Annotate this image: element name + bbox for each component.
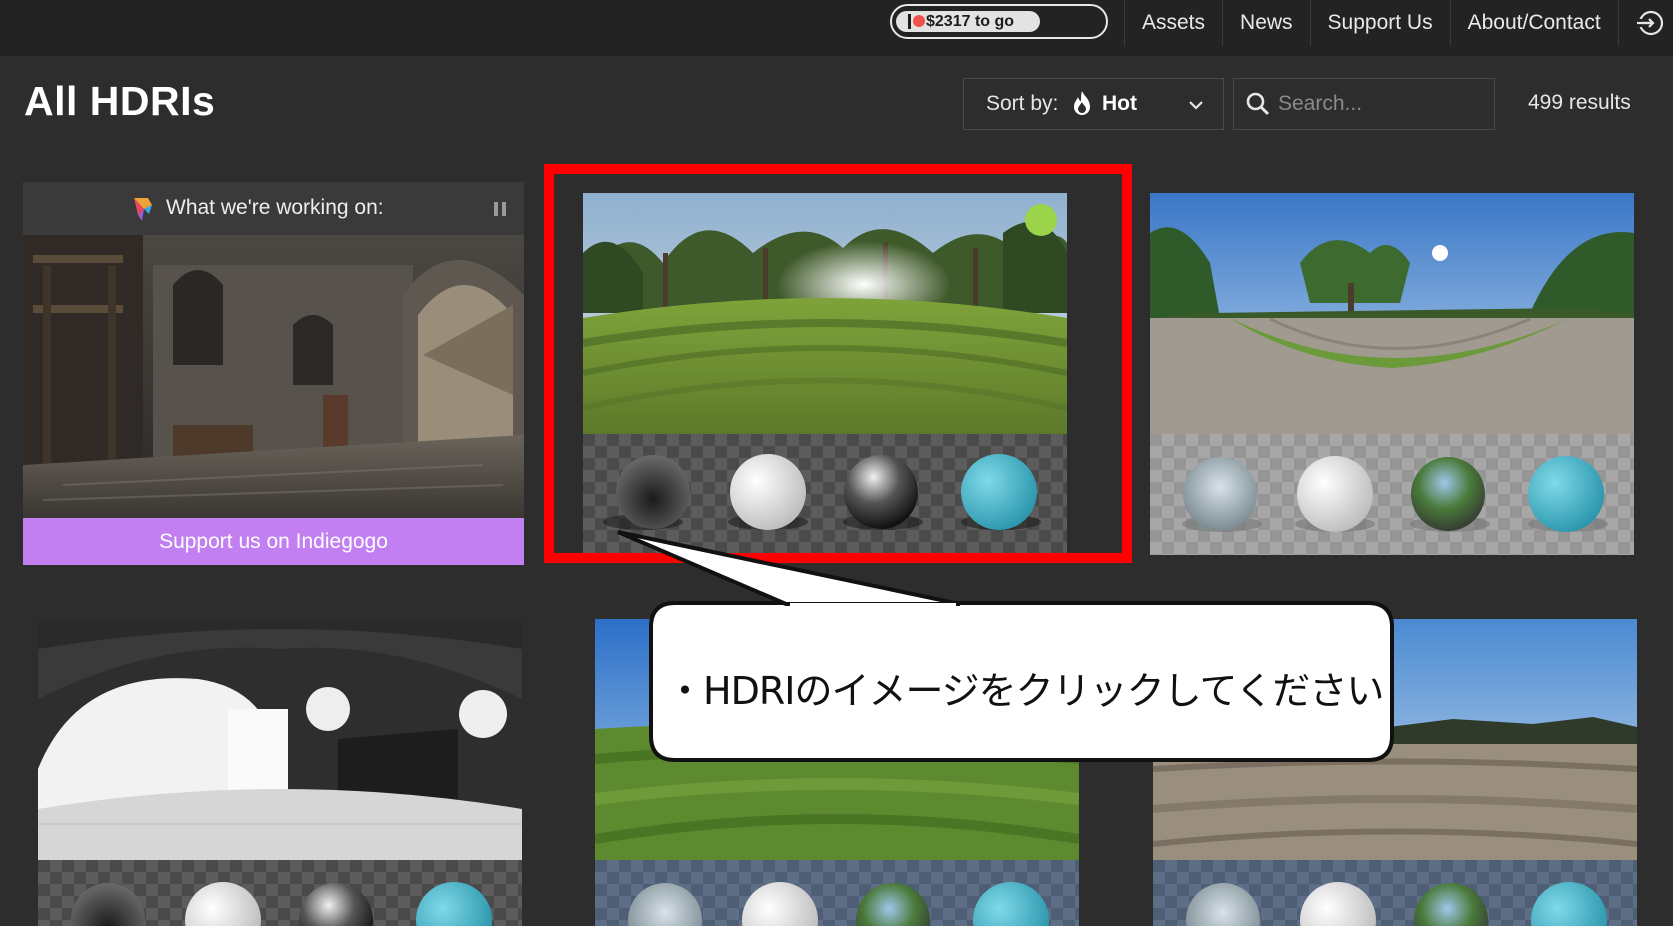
material-spheres-meadow xyxy=(595,860,1079,926)
funding-label: $2317 to go xyxy=(926,13,1015,30)
top-navbar: $2317 to go Assets News Support Us About… xyxy=(0,0,1673,56)
hdri-card-park[interactable] xyxy=(1150,193,1634,555)
polyhaven-logo-icon xyxy=(134,198,152,221)
results-count: 499 results xyxy=(1528,91,1631,114)
search-box[interactable] xyxy=(1233,78,1495,130)
pause-icon[interactable] xyxy=(493,201,507,217)
flame-icon xyxy=(1074,91,1090,115)
login-icon[interactable] xyxy=(1636,9,1666,37)
callout-text: ・HDRIのイメージをクリックしてください xyxy=(666,669,1384,713)
support-indiegogo-button[interactable]: Support us on Indiegogo xyxy=(23,518,524,565)
nav-link-support[interactable]: Support Us xyxy=(1309,0,1450,46)
working-on-label: What we're working on: xyxy=(166,196,384,219)
search-input[interactable] xyxy=(1278,89,1478,119)
hdri-card-studio[interactable] xyxy=(38,619,522,926)
highlight-box xyxy=(544,164,1132,563)
hdri-preview-park xyxy=(1150,193,1634,434)
page-title: All HDRIs xyxy=(24,78,216,124)
funding-bar: $2317 to go xyxy=(896,11,1040,32)
hdri-preview-studio xyxy=(38,619,522,860)
material-spheres-park xyxy=(1150,434,1634,555)
search-icon xyxy=(1246,92,1270,116)
sort-value: Hot xyxy=(1102,92,1137,115)
funding-marker xyxy=(908,14,911,29)
working-on-card: What we're working on: Support us on Ind… xyxy=(23,182,524,565)
working-on-header: What we're working on: xyxy=(23,182,524,235)
medieval-courtyard-render xyxy=(23,235,524,518)
working-on-image[interactable] xyxy=(23,235,524,518)
hdri-preview-meadow xyxy=(595,619,1079,860)
nav-link-about[interactable]: About/Contact xyxy=(1449,0,1619,46)
sort-label: Sort by: xyxy=(986,92,1059,115)
sort-dropdown[interactable]: Sort by: Hot xyxy=(963,78,1224,130)
chevron-down-icon xyxy=(1189,101,1203,110)
nav-link-news[interactable]: News xyxy=(1222,0,1310,46)
hdri-preview-field xyxy=(1153,619,1637,860)
funding-progress[interactable]: $2317 to go xyxy=(890,4,1108,39)
nav-link-assets[interactable]: Assets xyxy=(1124,0,1222,46)
material-spheres-studio xyxy=(38,860,522,926)
app-root: $2317 to go Assets News Support Us About… xyxy=(0,0,1673,927)
patreon-dot-icon xyxy=(913,15,925,27)
nav-links: Assets News Support Us About/Contact xyxy=(1124,0,1619,46)
material-spheres-field xyxy=(1153,860,1637,926)
